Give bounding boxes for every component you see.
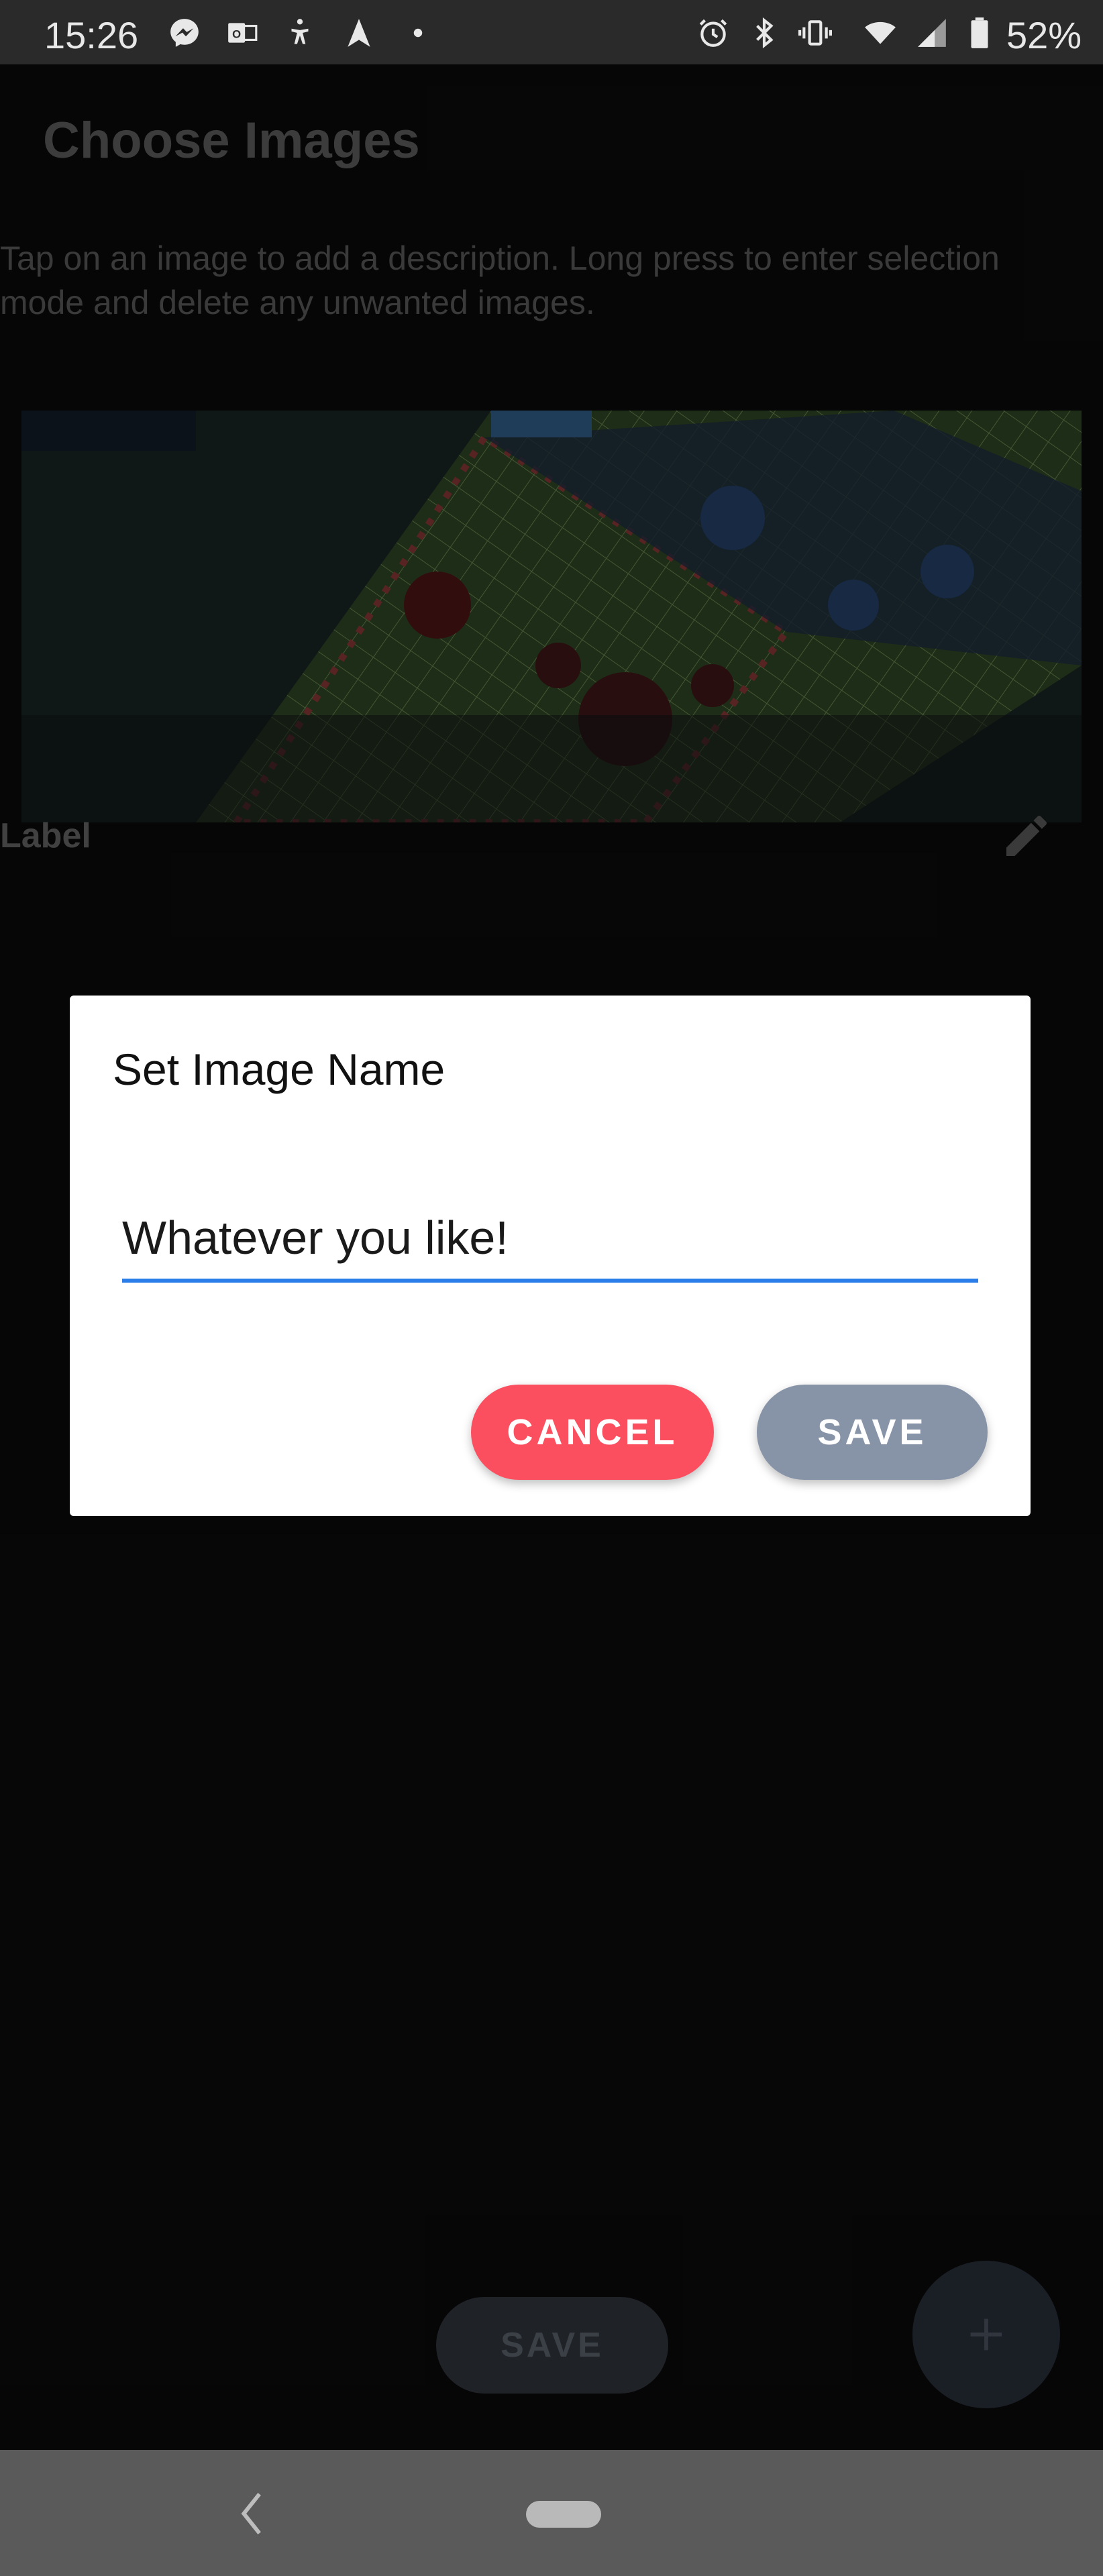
back-icon[interactable] bbox=[231, 2490, 272, 2537]
battery-percent: 52% bbox=[1006, 14, 1082, 56]
accessibility-icon bbox=[283, 16, 317, 50]
navigation-bar bbox=[0, 2450, 1103, 2576]
signal-icon bbox=[915, 16, 949, 50]
bluetooth-icon bbox=[747, 16, 781, 50]
alarm-icon bbox=[696, 16, 730, 50]
home-pill[interactable] bbox=[526, 2501, 601, 2528]
battery-icon bbox=[966, 16, 993, 50]
dot-icon bbox=[408, 16, 428, 50]
svg-text:O: O bbox=[232, 28, 241, 40]
status-bar: 15:26 O 52% bbox=[0, 0, 1103, 64]
status-time: 15:26 bbox=[44, 14, 139, 56]
image-name-input[interactable] bbox=[122, 1203, 978, 1283]
wifi-icon bbox=[859, 16, 902, 50]
vibrate-icon bbox=[798, 16, 832, 50]
messenger-icon bbox=[168, 16, 201, 50]
dialog-title: Set Image Name bbox=[113, 1044, 445, 1094]
outlook-icon: O bbox=[225, 16, 259, 50]
save-button[interactable]: SAVE bbox=[757, 1385, 988, 1480]
cancel-button[interactable]: CANCEL bbox=[471, 1385, 714, 1480]
set-image-name-dialog: Set Image Name CANCEL SAVE bbox=[70, 996, 1031, 1516]
navigation-arrow-icon bbox=[342, 16, 376, 50]
